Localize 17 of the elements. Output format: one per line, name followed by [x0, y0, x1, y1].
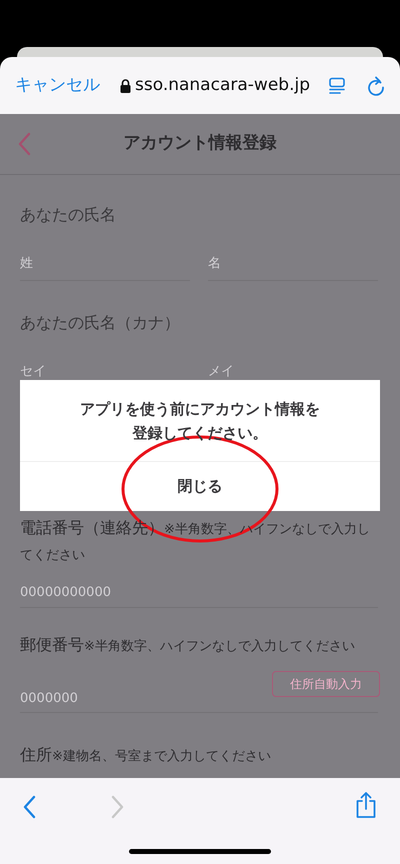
back-icon[interactable] — [23, 795, 37, 819]
cancel-button[interactable]: キャンセル — [15, 72, 100, 98]
form-label: 郵便番号※半角数字、ハイフンなしで入力してください — [20, 634, 356, 656]
dialog-message: アプリを使う前にアカウント情報を — [80, 398, 320, 420]
close-button[interactable]: 閉じる — [20, 462, 380, 511]
form-label: あなたの氏名（カナ） — [20, 312, 181, 334]
form-label: 住所※建物名、号室まで入力してください — [20, 744, 272, 766]
page-title: アカウント情報登録 — [122, 132, 278, 156]
reload-icon[interactable] — [367, 76, 385, 96]
lock-icon — [120, 78, 131, 92]
url-text[interactable]: sso.nanacara-web.jp — [135, 72, 310, 98]
reader-icon[interactable] — [328, 76, 346, 94]
form-label: あなたの氏名 — [20, 204, 117, 226]
share-icon[interactable] — [355, 791, 377, 819]
text-input-field[interactable]: 00000000000 — [20, 578, 378, 608]
text-input-field[interactable]: 姓 — [20, 247, 190, 281]
text-input-field[interactable]: 名 — [208, 247, 378, 281]
